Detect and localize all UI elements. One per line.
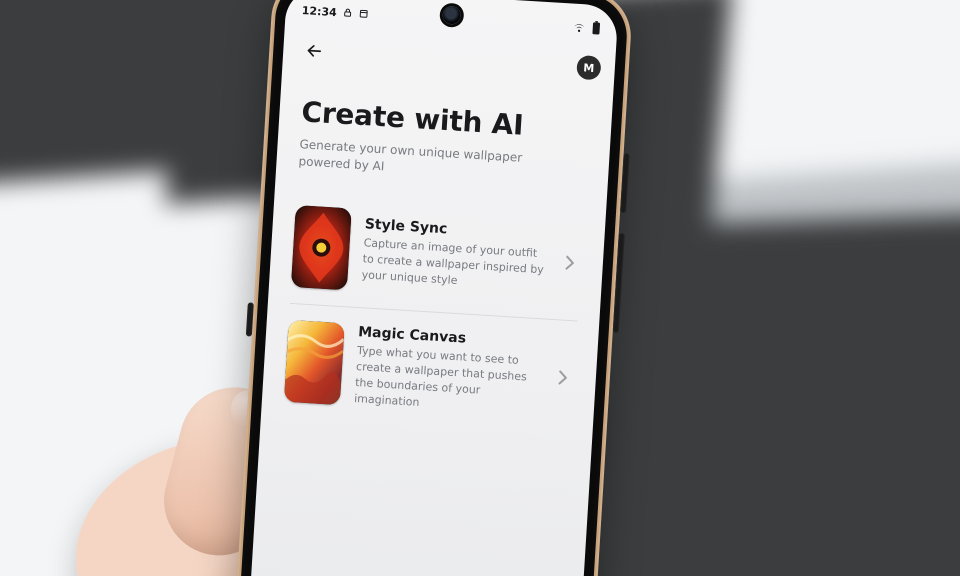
feature-style-sync[interactable]: Style Sync Capture an image of your outf… [290, 191, 584, 318]
avatar-initial: M [583, 61, 595, 75]
phone-device: 12:34 [230, 0, 633, 576]
battery-icon [591, 21, 602, 36]
status-clock: 12:34 [301, 4, 337, 19]
feature-magic-canvas[interactable]: Magic Canvas Type what you want to see t… [283, 306, 577, 434]
feature-description: Type what you want to see to create a wa… [354, 343, 540, 418]
magic-canvas-thumbnail [284, 320, 345, 405]
feature-list: Style Sync Capture an image of your outf… [283, 191, 584, 434]
lock-icon [342, 8, 353, 19]
back-button[interactable] [296, 33, 332, 69]
chevron-right-icon [551, 369, 574, 386]
wifi-icon [572, 21, 587, 34]
phone-screen: 12:34 [245, 0, 619, 576]
feature-description: Capture an image of your outfit to creat… [361, 236, 546, 295]
style-sync-thumbnail [291, 205, 352, 290]
chevron-right-icon [558, 254, 581, 271]
avatar[interactable]: M [576, 55, 601, 80]
app-window-icon [358, 9, 369, 20]
page-subtitle: Generate your own unique wallpaper power… [298, 136, 560, 187]
